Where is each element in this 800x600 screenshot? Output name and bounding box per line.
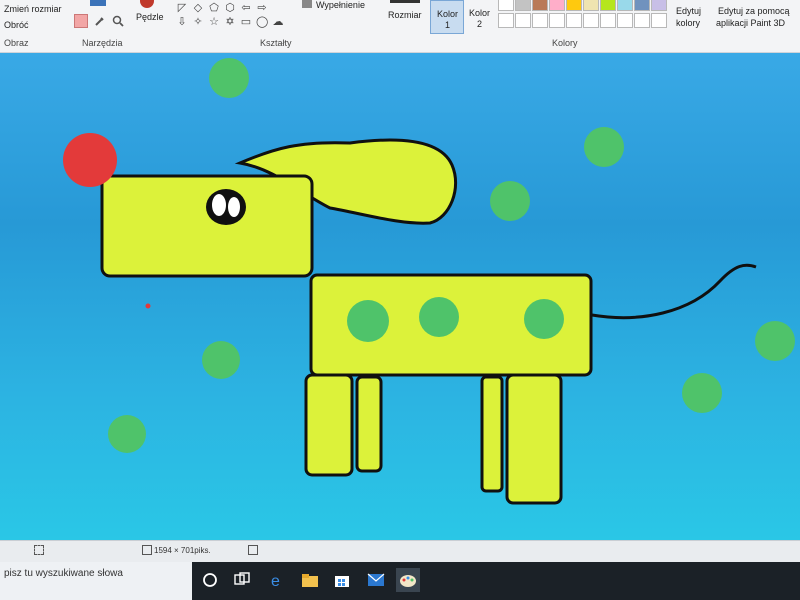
dog-leg-back-right <box>505 373 563 505</box>
shapes-gallery[interactable]: ◸ ◇ ⬠ ⬡ ⇦ ⇨ ⇩ ✧ ☆ ✡ ▭ ◯ ☁ <box>172 0 288 34</box>
color-swatch[interactable] <box>651 13 667 28</box>
dog-eye-highlight <box>212 194 226 216</box>
magnifier-icon[interactable] <box>112 14 124 27</box>
dog-tail <box>591 263 757 320</box>
color1-number: 1 <box>445 20 451 30</box>
color-swatch[interactable] <box>515 0 531 11</box>
svg-text:e: e <box>271 573 280 589</box>
brush-icon[interactable] <box>140 0 154 8</box>
edge-browser-icon[interactable]: e <box>266 568 290 592</box>
color-swatch[interactable] <box>549 13 565 28</box>
task-view-icon[interactable] <box>230 568 254 592</box>
size-button[interactable]: Rozmiar <box>388 10 422 20</box>
dog-leg-front-left <box>304 373 354 477</box>
hexagon-shape-icon[interactable]: ⬡ <box>224 2 236 14</box>
dog-leg-back-left <box>480 375 504 493</box>
color-swatch[interactable] <box>498 13 514 28</box>
color1-button[interactable]: Kolor 1 <box>430 0 464 34</box>
star4-shape-icon[interactable]: ✧ <box>192 16 204 28</box>
file-size-icon <box>248 545 258 555</box>
rotate-button[interactable]: Obróć <box>4 20 29 30</box>
red-speck <box>145 303 151 309</box>
color-swatch[interactable] <box>566 0 582 11</box>
fill-dropdown[interactable]: Wypełnienie <box>316 0 365 10</box>
paint-app-icon[interactable] <box>396 568 420 592</box>
color-swatch[interactable] <box>566 13 582 28</box>
star5-shape-icon[interactable]: ☆ <box>208 16 220 28</box>
color-swatch[interactable] <box>600 0 616 11</box>
search-placeholder: pisz tu wyszukiwane słowa <box>4 568 123 579</box>
group-label-shapes: Kształty <box>260 38 292 48</box>
color-swatch[interactable] <box>600 13 616 28</box>
color-swatch[interactable] <box>532 13 548 28</box>
image-dimensions: 1594 × 701piks. <box>154 546 211 555</box>
arrow-right-shape-icon[interactable]: ⇨ <box>256 2 268 14</box>
star6-shape-icon[interactable]: ✡ <box>224 16 236 28</box>
fill-icon <box>302 0 312 8</box>
arrow-left-shape-icon[interactable]: ⇦ <box>240 2 252 14</box>
eraser-icon[interactable] <box>74 14 88 28</box>
pencil-tool-icon[interactable] <box>90 0 106 6</box>
image-size-icon <box>142 545 152 555</box>
edit-colors-label-2[interactable]: kolory <box>676 18 700 28</box>
dog-nose <box>63 133 117 187</box>
color-palette[interactable] <box>498 0 676 34</box>
color-picker-icon[interactable] <box>94 14 106 26</box>
color-swatch[interactable] <box>651 0 667 11</box>
dog-leg-front-right <box>355 375 383 473</box>
drawing-canvas[interactable] <box>0 53 800 540</box>
dog-head <box>100 174 314 278</box>
callout-oval-shape-icon[interactable]: ◯ <box>256 16 268 28</box>
callout-cloud-shape-icon[interactable]: ☁ <box>272 16 284 28</box>
mail-icon[interactable] <box>364 568 388 592</box>
callout-rect-shape-icon[interactable]: ▭ <box>240 16 252 28</box>
group-label-tools: Narzędzia <box>82 38 123 48</box>
color2-button[interactable]: Kolor 2 <box>466 0 494 32</box>
edit-colors-label-1[interactable]: Edytuj <box>676 6 701 16</box>
paint3d-label-1[interactable]: Edytuj za pomocą <box>718 6 790 16</box>
color-swatch[interactable] <box>549 0 565 11</box>
taskbar-search-box[interactable]: pisz tu wyszukiwane słowa <box>0 562 192 600</box>
ribbon: Zmień rozmiar Obróć Obraz Narzędzia Pędz… <box>0 0 800 53</box>
color-swatch[interactable] <box>515 13 531 28</box>
arrow-down-shape-icon[interactable]: ⇩ <box>176 16 188 28</box>
color-swatch[interactable] <box>583 0 599 11</box>
color-swatch[interactable] <box>617 0 633 11</box>
triangle-shape-icon[interactable]: ◸ <box>176 2 188 14</box>
color-swatch[interactable] <box>498 0 514 11</box>
dog-eye-highlight <box>228 197 240 217</box>
brushes-button[interactable]: Pędzle <box>136 12 164 22</box>
size-lines-icon <box>390 0 420 3</box>
cursor-position-icon <box>34 545 44 555</box>
dog-drawing <box>63 133 757 505</box>
dog-spot <box>419 297 459 337</box>
color1-label: Kolor <box>437 9 459 19</box>
pentagon-shape-icon[interactable]: ⬠ <box>208 2 220 14</box>
dog-spot <box>347 300 389 342</box>
group-label-colors: Kolory <box>552 38 578 48</box>
color-swatch[interactable] <box>583 13 599 28</box>
group-label-image: Obraz <box>4 38 29 48</box>
file-explorer-icon[interactable] <box>298 568 322 592</box>
resize-button[interactable]: Zmień rozmiar <box>4 4 62 14</box>
color2-number: 2 <box>477 19 483 29</box>
dog-spot <box>524 299 564 339</box>
store-icon[interactable] <box>330 568 354 592</box>
status-bar: 1594 × 701piks. <box>0 540 800 563</box>
cortana-icon[interactable] <box>198 568 222 592</box>
color-swatch[interactable] <box>634 13 650 28</box>
color-swatch[interactable] <box>532 0 548 11</box>
diamond-shape-icon[interactable]: ◇ <box>192 2 204 14</box>
paint3d-label-2[interactable]: aplikacji Paint 3D <box>716 18 785 28</box>
color-swatch[interactable] <box>634 0 650 11</box>
color2-label: Kolor <box>469 8 491 18</box>
color-swatch[interactable] <box>617 13 633 28</box>
